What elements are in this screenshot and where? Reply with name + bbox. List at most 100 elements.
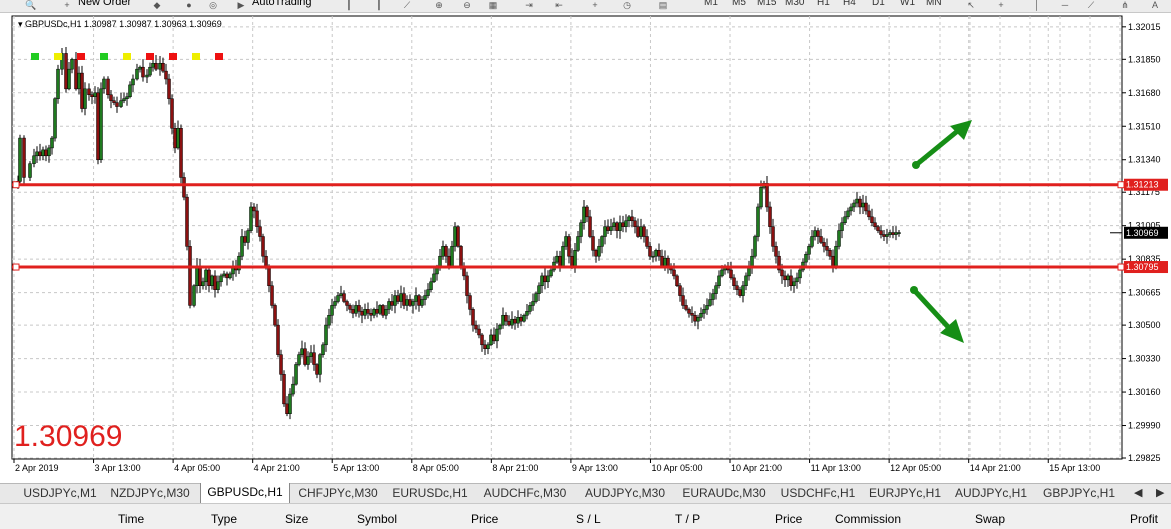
candle-body: [666, 257, 670, 267]
line-chart-icon[interactable]: ⟋: [400, 0, 414, 10]
column-tp[interactable]: T / P: [675, 512, 700, 526]
candle-body: [306, 356, 310, 365]
text-tool-icon[interactable]: A: [1148, 0, 1162, 10]
autotrading-icon[interactable]: ▶: [234, 0, 248, 10]
zoom-icon[interactable]: 🔍: [24, 0, 38, 10]
candle-body: [70, 59, 74, 70]
column-current-price[interactable]: Price: [775, 512, 802, 526]
chart-shift-icon[interactable]: ⇤: [552, 0, 566, 10]
tile-windows-icon[interactable]: ▦: [486, 0, 500, 10]
candle-body: [651, 255, 655, 258]
timeframe-m30[interactable]: M30: [785, 0, 804, 8]
candle-body: [618, 222, 622, 231]
candle-body: [201, 281, 205, 286]
templates-icon[interactable]: ▤: [656, 0, 670, 10]
tab-usdjpyc-m1[interactable]: USDJPYc,M1: [20, 484, 100, 503]
tab-gbpusdc-h1[interactable]: GBPUSDc,H1: [200, 483, 290, 504]
crosshair-icon[interactable]: +: [994, 0, 1008, 10]
candle-body: [96, 92, 100, 160]
vertical-line-icon[interactable]: │: [1030, 0, 1044, 10]
periods-icon[interactable]: ◷: [620, 0, 634, 10]
chart-header: ▾ GBPUSDc,H1 1.30987 1.30987 1.30963 1.3…: [18, 19, 222, 30]
dropdown-arrow-icon[interactable]: ▾: [18, 19, 23, 29]
tab-audjpyc-h1[interactable]: AUDJPYc,H1: [949, 484, 1033, 503]
candle-body: [645, 236, 649, 247]
chart-window[interactable]: 1.32015 1.31850 1.31680 1.31510 1.31340 1.311…: [0, 13, 1171, 483]
candle-body: [495, 328, 499, 342]
candle-body: [531, 301, 535, 306]
tab-eurjpyc-h1[interactable]: EURJPYc,H1: [862, 484, 948, 503]
candle-body: [501, 315, 505, 326]
autoscroll-icon[interactable]: ⇥: [522, 0, 536, 10]
timeframe-m1[interactable]: M1: [704, 0, 718, 8]
column-time[interactable]: Time: [118, 512, 144, 526]
candle-body: [555, 255, 559, 263]
new-order-icon[interactable]: +: [60, 0, 74, 10]
column-profit[interactable]: Profit: [1130, 512, 1158, 526]
column-sl[interactable]: S / L: [576, 512, 601, 526]
candle-body: [273, 305, 277, 326]
price-chart[interactable]: 1.320151.318501.316801.315101.313401.311…: [0, 13, 1171, 483]
candle-body: [444, 246, 448, 257]
new-order-button[interactable]: New Order: [78, 0, 131, 8]
tab-usdchfc-h1[interactable]: USDCHFc,H1: [775, 484, 861, 503]
column-symbol[interactable]: Symbol: [357, 512, 397, 526]
timeframe-d1[interactable]: D1: [872, 0, 885, 8]
horizontal-line-icon[interactable]: ─: [1058, 0, 1072, 10]
zoom-out-icon[interactable]: ⊖: [460, 0, 474, 10]
pitchfork-icon[interactable]: ⋔: [1118, 0, 1132, 10]
candle-body: [420, 299, 424, 306]
timeframe-m5[interactable]: M5: [732, 0, 746, 8]
tab-audjpyc-m30[interactable]: AUDJPYc,M30: [577, 484, 673, 503]
tab-eurusdc-h1[interactable]: EURUSDc,H1: [387, 484, 473, 503]
timeframe-h1[interactable]: H1: [817, 0, 830, 8]
column-type[interactable]: Type: [211, 512, 237, 526]
metaeditor-icon[interactable]: ◆: [150, 0, 164, 10]
candle-body: [77, 72, 81, 90]
hline-price-label: 1.30795: [1126, 262, 1159, 272]
candle-body: [780, 269, 784, 277]
market-watch-icon[interactable]: ●: [182, 0, 196, 10]
tab-scroll-left-icon[interactable]: ◀: [1134, 484, 1142, 503]
candle-body: [732, 277, 736, 286]
timeframe-w1[interactable]: W1: [900, 0, 915, 8]
candle-body: [816, 230, 820, 237]
bar-chart-icon[interactable]: ┃: [342, 0, 356, 10]
candle-body: [185, 196, 189, 247]
candle-body: [44, 149, 48, 157]
candles-icon[interactable]: ┃: [372, 0, 386, 10]
tab-euraudc-m30[interactable]: EURAUDc,M30: [674, 484, 774, 503]
cursor-icon[interactable]: ↖: [964, 0, 978, 10]
indicators-icon[interactable]: +: [588, 0, 602, 10]
column-size[interactable]: Size: [285, 512, 308, 526]
signal-square: [192, 53, 200, 60]
timeframe-mn[interactable]: MN: [926, 0, 942, 8]
timeframe-h4[interactable]: H4: [843, 0, 856, 8]
tab-gbpjpyc-h1[interactable]: GBPJPYc,H1: [1034, 484, 1124, 503]
candle-body: [468, 295, 472, 310]
candle-body: [161, 63, 165, 72]
tab-nzdjpyc-m30[interactable]: NZDJPYc,M30: [101, 484, 199, 503]
zoom-in-icon[interactable]: ⊕: [432, 0, 446, 10]
timeframe-m15[interactable]: M15: [757, 0, 776, 8]
tab-audchfc-m30[interactable]: AUDCHFc,M30: [474, 484, 576, 503]
candle-body: [852, 202, 856, 208]
candle-body: [35, 151, 39, 157]
candle-body: [109, 94, 113, 101]
column-swap[interactable]: Swap: [975, 512, 1005, 526]
tab-scroll-right-icon[interactable]: ▶: [1156, 484, 1164, 503]
candle-body: [363, 309, 367, 316]
tab-chfjpyc-m30[interactable]: CHFJPYc,M30: [290, 484, 386, 503]
globe-icon[interactable]: ◎: [206, 0, 220, 10]
candle-body: [588, 216, 592, 237]
candle-body: [198, 265, 202, 286]
candle-body: [654, 250, 658, 257]
trendline-icon[interactable]: ⟋: [1084, 0, 1098, 10]
price-axis-label: 1.30500: [1128, 320, 1161, 330]
column-commission[interactable]: Commission: [835, 512, 901, 526]
autotrading-button[interactable]: AutoTrading: [252, 0, 312, 8]
time-axis-label: 8 Apr 05:00: [413, 463, 459, 473]
line-anchor: [1117, 263, 1125, 271]
column-price[interactable]: Price: [471, 512, 498, 526]
candle-body: [771, 226, 775, 247]
